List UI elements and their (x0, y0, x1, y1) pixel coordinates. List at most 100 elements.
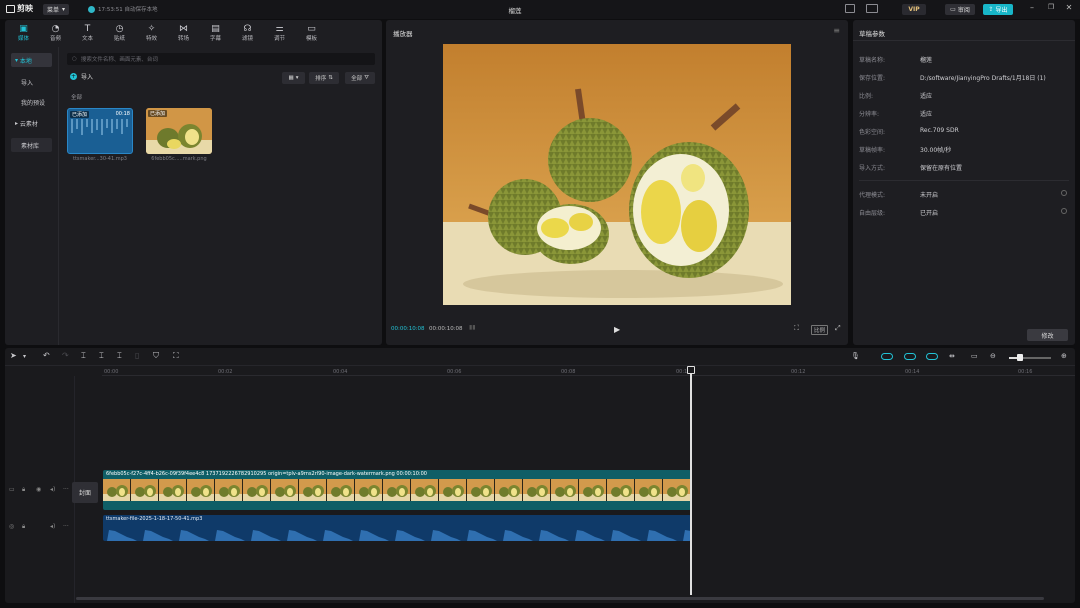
link-main-track-icon[interactable] (881, 353, 893, 360)
info-icon[interactable] (1061, 208, 1067, 214)
zoom-slider-handle[interactable] (1017, 354, 1023, 361)
maximize-icon[interactable]: ❐ (1045, 3, 1057, 11)
track-type-video-icon: ▭ (9, 486, 15, 493)
delete-icon[interactable]: ▯ (135, 351, 139, 360)
view-mode-button[interactable]: ▦ ▾ (282, 72, 305, 84)
chevron-down-icon: ▾ (62, 6, 66, 13)
tab-text[interactable]: T 文本 (75, 20, 100, 45)
undo-icon[interactable]: ↶ (43, 351, 50, 360)
video-preview[interactable] (443, 44, 791, 305)
tab-template[interactable]: ▭ 模板 (299, 20, 324, 45)
video-clip[interactable]: 6febb05c-f27c-4ff4-b26c-09f39f4ee4c8 173… (103, 470, 691, 510)
sidebar-item-library[interactable]: 素材库 (11, 138, 52, 152)
trim-left-icon[interactable]: ⌶ (99, 351, 104, 361)
ratio-button[interactable]: 比例 (811, 325, 829, 335)
eye-icon[interactable]: ◉ (36, 486, 41, 493)
media-toolbar: ▣ 媒体 ◔ 音频 T 文本 ◷ 贴纸 ✧ 特效 ⋈ 转场 ▤ 字幕 ☊ 滤镜 ⚌ 调节 ▭ 模板 (5, 20, 382, 45)
param-label: 草稿名称: (859, 57, 886, 64)
timeline-scrollbar[interactable] (76, 597, 1044, 600)
param-value: 30.00帧/秒 (920, 147, 952, 154)
param-value: 适应 (920, 93, 933, 100)
sort-button[interactable]: 排序 ⇅ (309, 72, 339, 84)
minimize-icon[interactable]: – (1026, 3, 1038, 12)
playhead-handle[interactable] (687, 366, 695, 374)
playhead-line[interactable] (690, 368, 692, 595)
param-label: 自由层级: (859, 210, 886, 217)
search-input[interactable]: ○ 搜索文件名称、画面元素、台词 (67, 53, 375, 65)
search-icon: ○ (72, 56, 77, 62)
tab-media[interactable]: ▣ 媒体 (11, 20, 36, 45)
import-label: 导入 (81, 74, 94, 81)
modify-button[interactable]: 修改 (1027, 329, 1068, 341)
app-logo: 剪映 (6, 3, 33, 14)
param-value: 未开启 (920, 192, 939, 199)
media-item-image[interactable]: 已添加 (146, 108, 212, 154)
media-icon: ▣ (19, 23, 28, 34)
trim-right-icon[interactable]: ⌶ (117, 351, 122, 361)
fullscreen-icon[interactable]: ⤢ (835, 324, 841, 333)
split-icon[interactable]: ⌶ (81, 351, 86, 361)
draft-params-panel: 草稿参数 草稿名称: 榴莲 保存位置: D:/software/Jianying… (853, 20, 1075, 345)
param-label: 保存位置: (859, 75, 886, 82)
tab-label: 字幕 (209, 35, 221, 42)
more-icon[interactable]: ··· (63, 486, 69, 493)
zoom-out-icon[interactable]: ⊖ (990, 352, 996, 360)
redo-icon[interactable]: ↷ (62, 351, 69, 360)
tab-effects[interactable]: ✧ 特效 (139, 20, 164, 45)
shield-icon[interactable]: ⛉ (153, 351, 159, 361)
speaker-icon[interactable]: ◂) (50, 486, 55, 493)
effects-icon: ✧ (147, 23, 156, 34)
tab-audio[interactable]: ◔ 音频 (43, 20, 68, 45)
waveform-toggle-icon[interactable]: ▮▮ (469, 324, 476, 331)
menu-button[interactable]: 菜单 ▾ (43, 4, 70, 15)
export-button[interactable]: ⇪ 导出 (983, 4, 1013, 15)
chevron-down-icon[interactable]: ▾ (23, 353, 26, 360)
layout-switch-icon[interactable] (866, 4, 878, 13)
import-button[interactable]: + 导入 (70, 72, 93, 81)
param-value: 已开启 (920, 210, 939, 217)
layout-icon[interactable] (845, 4, 855, 13)
tab-transition[interactable]: ⋈ 转场 (171, 20, 196, 45)
split-screen-icon[interactable]: ⇹ (949, 352, 955, 360)
subtitle-icon: ▤ (211, 23, 220, 34)
filter-icon: ☊ (243, 23, 252, 34)
clip-label: ttsmaker-file-2025-1-18-17-50-41.mp3 (106, 516, 203, 522)
close-icon[interactable]: ✕ (1063, 3, 1075, 12)
menu-icon[interactable]: ≡ (833, 26, 840, 35)
media-item-audio[interactable]: 已添加 00:18 (67, 108, 133, 154)
tab-sticker[interactable]: ◷ 贴纸 (107, 20, 132, 45)
info-icon[interactable] (1061, 190, 1067, 196)
audio-clip[interactable]: ttsmaker-file-2025-1-18-17-50-41.mp3 (103, 515, 691, 541)
time-ruler[interactable] (102, 375, 1075, 376)
fit-screen-icon[interactable]: ⛶ (794, 324, 799, 333)
media-sidebar: ▾ 本地 导入 我的预设 ▸ 云素材 素材库 (5, 47, 59, 345)
zoom-in-icon[interactable]: ⊕ (1061, 352, 1067, 360)
link-magnet-icon[interactable] (904, 353, 916, 360)
video-filmstrip (103, 479, 691, 501)
vip-badge[interactable]: VIP (902, 4, 926, 15)
filter-all-button[interactable]: 全部 ⛛ (345, 72, 375, 84)
caption-icon[interactable]: ▭ (971, 352, 978, 360)
lock-icon[interactable]: 🔒︎ (22, 523, 25, 531)
tab-filter[interactable]: ☊ 滤镜 (235, 20, 260, 45)
tab-subtitle[interactable]: ▤ 字幕 (203, 20, 228, 45)
cover-button[interactable]: 封面 (72, 482, 98, 503)
audio-waveform (103, 525, 691, 541)
track-headers: ▭ 🔒︎ ◉ ◂) ··· ◎ 🔒︎ ◂) ··· (5, 376, 75, 603)
tab-adjust[interactable]: ⚌ 调节 (267, 20, 292, 45)
select-cursor-icon[interactable]: ➤ (10, 351, 17, 360)
speaker-icon[interactable]: ◂) (50, 523, 55, 530)
lock-icon[interactable]: 🔒︎ (22, 486, 25, 494)
microphone-icon[interactable]: 🎙 (851, 352, 860, 360)
link-preview-icon[interactable] (926, 353, 938, 360)
sidebar-item-import[interactable]: 导入 (11, 75, 52, 89)
sidebar-item-my-presets[interactable]: 我的预设 (11, 95, 52, 109)
sidebar-item-local[interactable]: ▾ 本地 (11, 53, 52, 67)
review-button[interactable]: ▭ 审阅 (945, 4, 975, 15)
sidebar-item-cloud[interactable]: ▸ 云素材 (11, 116, 52, 130)
param-label: 色彩空间: (859, 129, 886, 136)
logo-icon (6, 4, 15, 13)
crop-icon[interactable]: ⛶ (173, 351, 179, 361)
more-icon[interactable]: ··· (63, 523, 69, 530)
play-icon[interactable]: ▶ (614, 325, 620, 334)
